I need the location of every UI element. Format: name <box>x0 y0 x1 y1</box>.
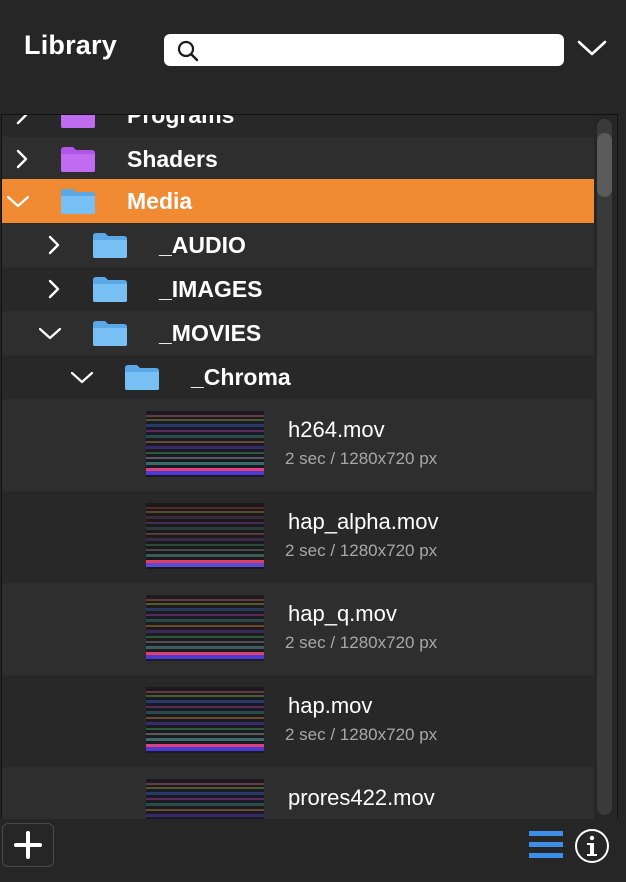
tree-row-media[interactable]: Media <box>2 179 594 223</box>
chevron-right-icon[interactable] <box>42 267 66 311</box>
file-name: hap_q.mov <box>288 601 397 626</box>
file-row-hap[interactable]: hap.mov 2 sec / 1280x720 px <box>2 675 594 767</box>
file-row-prores422[interactable]: prores422.mov <box>2 767 594 820</box>
file-meta: 2 sec / 1280x720 px <box>285 725 438 744</box>
chevron-down-icon[interactable] <box>576 36 608 60</box>
file-row-hap-q[interactable]: hap_q.mov 2 sec / 1280x720 px <box>2 583 594 675</box>
tree-row-images[interactable]: _IMAGES <box>2 267 594 311</box>
tree-row-label: _Chroma <box>191 364 291 390</box>
tree-row-programs[interactable]: Programs <box>2 114 594 137</box>
folder-icon <box>93 321 127 346</box>
folder-icon <box>125 365 159 390</box>
search-icon <box>177 40 199 62</box>
tree-row-label: _AUDIO <box>159 232 246 258</box>
tree-row-label: Programs <box>127 114 235 128</box>
search-input[interactable] <box>204 38 558 64</box>
chevron-down-icon[interactable] <box>70 355 94 399</box>
chevron-down-icon[interactable] <box>38 311 62 355</box>
scroll-track[interactable] <box>597 119 612 815</box>
library-title: Library <box>24 30 117 60</box>
video-thumbnail <box>146 595 264 661</box>
video-thumbnail <box>146 687 264 753</box>
file-meta: 2 sec / 1280x720 px <box>285 633 438 652</box>
add-button[interactable] <box>2 823 54 867</box>
list-view-icon[interactable] <box>529 830 563 860</box>
tree-row-label: Shaders <box>127 146 218 172</box>
folder-icon <box>93 277 127 302</box>
library-footer <box>0 819 626 882</box>
file-name: hap.mov <box>288 693 373 718</box>
chevron-right-icon[interactable] <box>10 114 34 137</box>
file-meta: 2 sec / 1280x720 px <box>285 541 438 560</box>
video-thumbnail <box>146 503 264 569</box>
file-name: h264.mov <box>288 417 385 442</box>
tree-row-movies[interactable]: _MOVIES <box>2 311 594 355</box>
folder-icon <box>61 147 95 172</box>
tree-row-shaders[interactable]: Shaders <box>2 137 594 181</box>
tree-row-label: Media <box>127 188 193 214</box>
chevron-down-icon[interactable] <box>6 179 30 223</box>
folder-icon <box>93 233 127 258</box>
search-field[interactable] <box>164 34 564 66</box>
chevron-right-icon[interactable] <box>10 137 34 181</box>
folder-icon <box>61 115 95 128</box>
file-row-hap-alpha[interactable]: hap_alpha.mov 2 sec / 1280x720 px <box>2 491 594 583</box>
file-name: prores422.mov <box>288 785 435 810</box>
tree-row-audio[interactable]: _AUDIO <box>2 223 594 267</box>
tree-row-chroma[interactable]: _Chroma <box>2 355 594 399</box>
file-row-h264[interactable]: h264.mov 2 sec / 1280x720 px <box>2 399 594 491</box>
vertical-scrollbar[interactable] <box>594 115 616 820</box>
tree-row-label: _IMAGES <box>159 276 263 302</box>
plus-icon <box>14 831 42 859</box>
file-meta: 2 sec / 1280x720 px <box>285 449 438 468</box>
tree-row-label: _MOVIES <box>159 320 262 346</box>
info-icon[interactable] <box>574 828 610 864</box>
file-name: hap_alpha.mov <box>288 509 439 534</box>
video-thumbnail <box>146 411 264 477</box>
scroll-thumb[interactable] <box>597 133 612 197</box>
folder-icon <box>61 189 95 214</box>
library-tree[interactable]: Programs Shaders Media _AUDIO _IMAGES _M… <box>1 114 618 821</box>
video-thumbnail <box>146 779 264 820</box>
library-header: Library <box>0 0 626 114</box>
chevron-right-icon[interactable] <box>42 223 66 267</box>
